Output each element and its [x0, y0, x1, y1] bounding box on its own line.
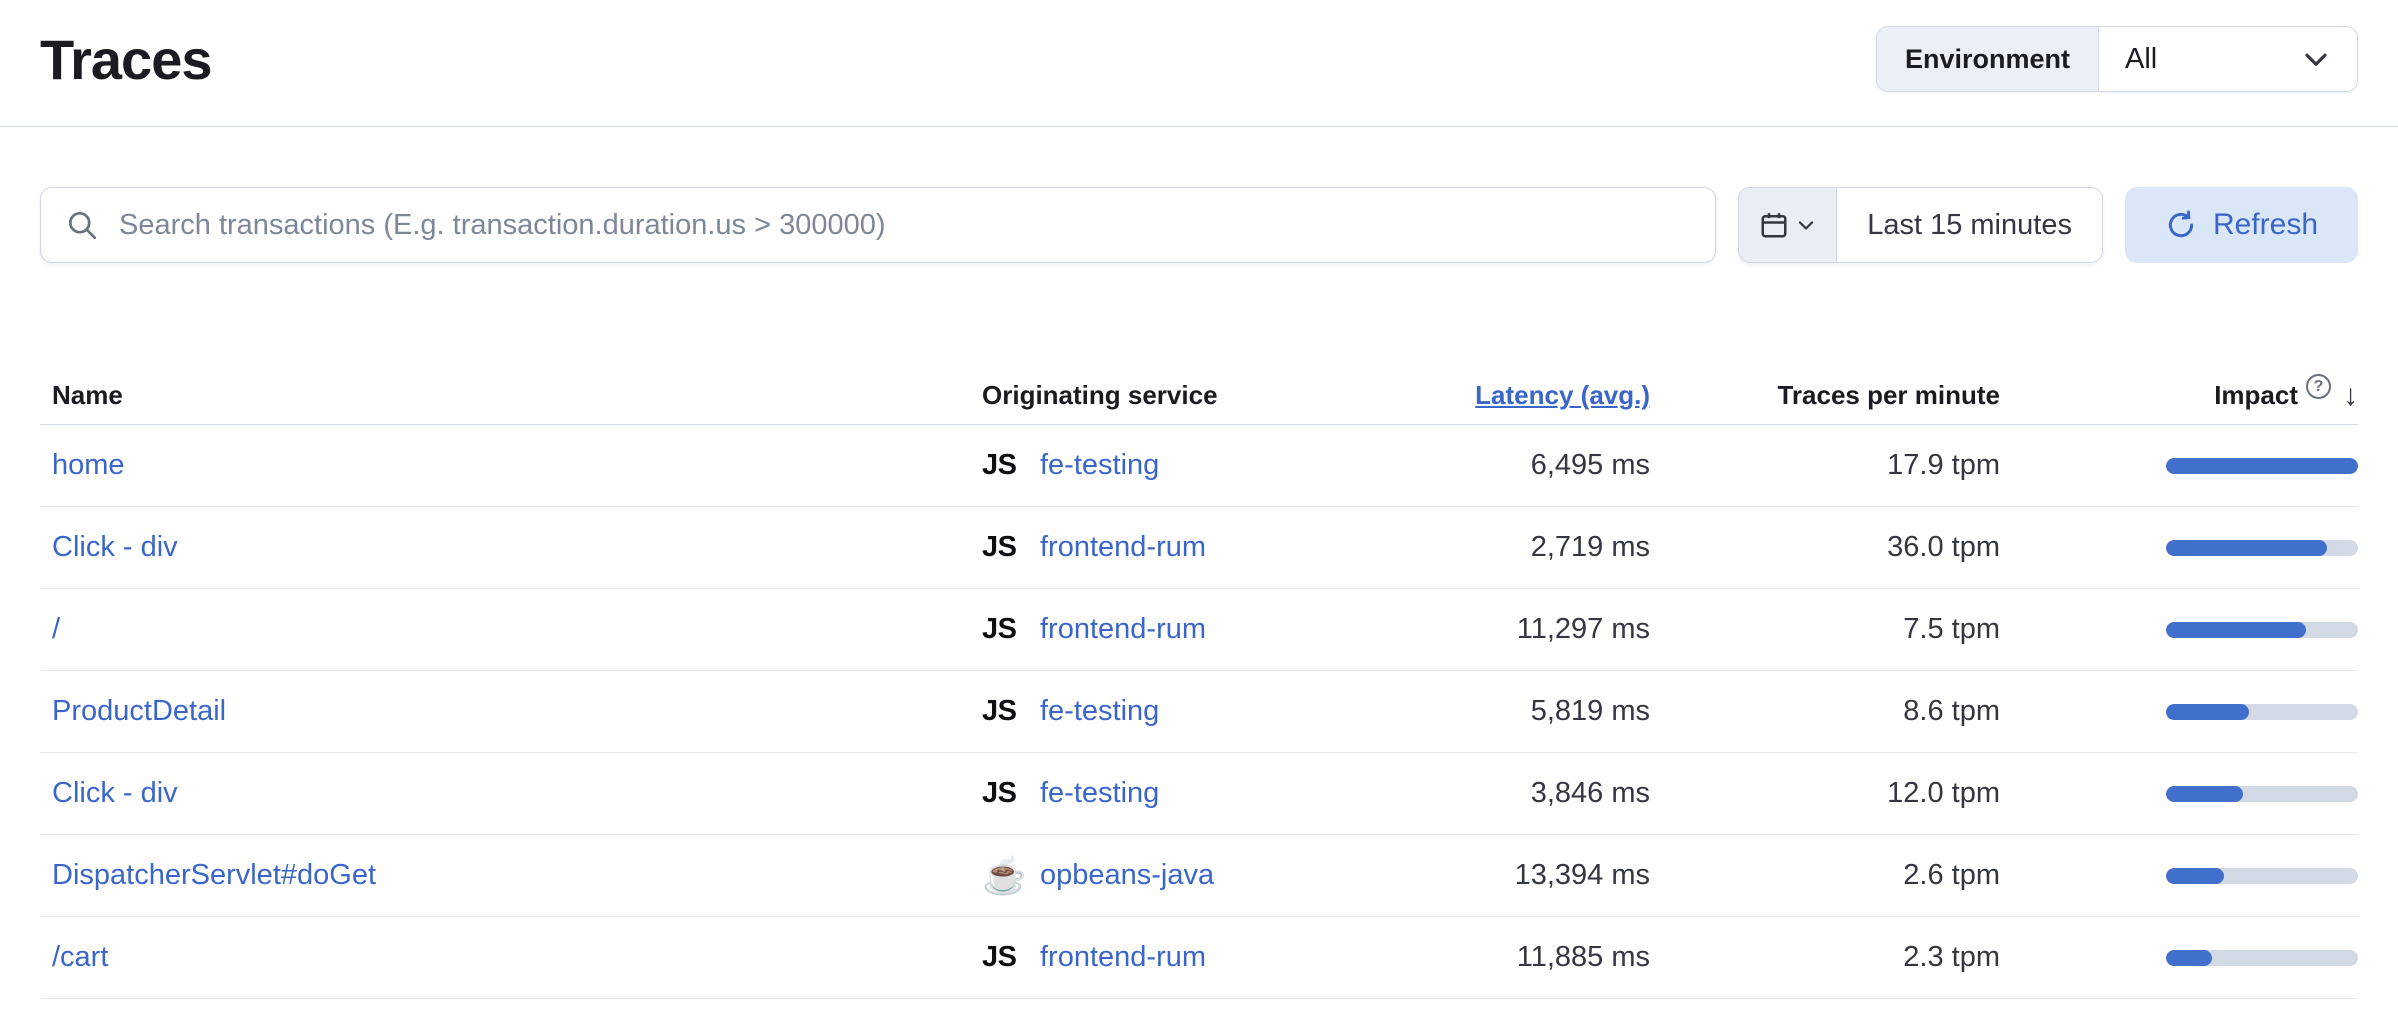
latency-value: 2,719 ms — [1340, 531, 1650, 564]
environment-value[interactable]: All — [2099, 27, 2357, 91]
page-title: Traces — [40, 27, 212, 92]
table-row: / JS frontend-rum 11,297 ms 7.5 tpm — [40, 589, 2358, 671]
help-icon[interactable]: ? — [2306, 374, 2331, 399]
chevron-down-icon — [2301, 44, 2331, 74]
transaction-link[interactable]: ProductDetail — [52, 695, 226, 727]
col-header-service: Originating service — [970, 380, 1340, 411]
latency-value: 11,885 ms — [1340, 941, 1650, 974]
table-header-row: Name Originating service Latency (avg.) … — [40, 367, 2358, 425]
calendar-icon — [1759, 210, 1789, 240]
refresh-label: Refresh — [2213, 208, 2318, 242]
tpm-value: 2.3 tpm — [1650, 941, 2000, 974]
table-row: /cart JS frontend-rum 11,885 ms 2.3 tpm — [40, 917, 2358, 999]
page-header: Traces Environment All — [0, 0, 2398, 92]
tpm-value: 8.6 tpm — [1650, 695, 2000, 728]
transaction-link[interactable]: /cart — [52, 941, 108, 973]
impact-bar — [2166, 458, 2358, 474]
java-icon: ☕ — [982, 858, 1028, 894]
service-link[interactable]: frontend-rum — [1040, 613, 1206, 646]
service-link[interactable]: fe-testing — [1040, 449, 1159, 482]
latency-value: 3,846 ms — [1340, 777, 1650, 810]
service-link[interactable]: fe-testing — [1040, 695, 1159, 728]
impact-bar-fill — [2166, 950, 2212, 966]
traces-table: Name Originating service Latency (avg.) … — [0, 367, 2398, 999]
javascript-icon: JS — [982, 613, 1028, 646]
table-row: Click - div JS frontend-rum 2,719 ms 36.… — [40, 507, 2358, 589]
date-picker-group: Last 15 minutes — [1738, 187, 2103, 263]
service-link[interactable]: fe-testing — [1040, 777, 1159, 810]
transaction-link[interactable]: Click - div — [52, 531, 178, 563]
impact-bar-fill — [2166, 868, 2224, 884]
impact-bar-fill — [2166, 786, 2243, 802]
search-icon — [64, 207, 100, 243]
header-divider — [0, 126, 2398, 127]
sort-desc-icon[interactable]: ↓ — [2343, 379, 2358, 413]
service-link[interactable]: frontend-rum — [1040, 941, 1206, 974]
transaction-link[interactable]: home — [52, 449, 125, 481]
tpm-value: 7.5 tpm — [1650, 613, 2000, 646]
tpm-value: 17.9 tpm — [1650, 449, 2000, 482]
chevron-down-icon — [1796, 215, 1816, 235]
table-body: home JS fe-testing 6,495 ms 17.9 tpm Cli… — [40, 425, 2358, 999]
impact-header-label: Impact — [2214, 380, 2298, 411]
latency-value: 6,495 ms — [1340, 449, 1650, 482]
javascript-icon: JS — [982, 449, 1028, 482]
javascript-icon: JS — [982, 941, 1028, 974]
col-header-impact[interactable]: Impact ? ↓ — [2000, 379, 2358, 413]
impact-bar — [2166, 868, 2358, 884]
service-link[interactable]: frontend-rum — [1040, 531, 1206, 564]
impact-bar-fill — [2166, 458, 2358, 474]
impact-bar — [2166, 704, 2358, 720]
refresh-button[interactable]: Refresh — [2125, 187, 2358, 263]
latency-value: 13,394 ms — [1340, 859, 1650, 892]
table-row: ProductDetail JS fe-testing 5,819 ms 8.6… — [40, 671, 2358, 753]
environment-label: Environment — [1877, 27, 2099, 91]
impact-bar — [2166, 540, 2358, 556]
transaction-link[interactable]: DispatcherServlet#doGet — [52, 859, 376, 891]
environment-select[interactable]: Environment All — [1876, 26, 2358, 92]
tpm-value: 36.0 tpm — [1650, 531, 2000, 564]
javascript-icon: JS — [982, 695, 1028, 728]
search-box — [40, 187, 1716, 263]
impact-bar — [2166, 622, 2358, 638]
service-link[interactable]: opbeans-java — [1040, 859, 1214, 892]
javascript-icon: JS — [982, 531, 1028, 564]
javascript-icon: JS — [982, 777, 1028, 810]
impact-bar — [2166, 950, 2358, 966]
col-header-name: Name — [40, 380, 970, 411]
latency-value: 11,297 ms — [1340, 613, 1650, 646]
tpm-value: 12.0 tpm — [1650, 777, 2000, 810]
date-picker-button[interactable] — [1739, 188, 1837, 262]
tpm-value: 2.6 tpm — [1650, 859, 2000, 892]
latency-value: 5,819 ms — [1340, 695, 1650, 728]
col-header-latency[interactable]: Latency (avg.) — [1475, 380, 1650, 410]
refresh-icon — [2165, 209, 2197, 241]
table-row: home JS fe-testing 6,495 ms 17.9 tpm — [40, 425, 2358, 507]
table-row: DispatcherServlet#doGet ☕ opbeans-java 1… — [40, 835, 2358, 917]
transaction-link[interactable]: / — [52, 613, 60, 645]
transaction-link[interactable]: Click - div — [52, 777, 178, 809]
traces-page: Traces Environment All — [0, 0, 2398, 1028]
search-input[interactable] — [40, 187, 1716, 263]
time-range-button[interactable]: Last 15 minutes — [1837, 188, 2102, 262]
impact-bar — [2166, 786, 2358, 802]
impact-bar-fill — [2166, 622, 2306, 638]
impact-bar-fill — [2166, 540, 2327, 556]
impact-bar-fill — [2166, 704, 2249, 720]
table-row: Click - div JS fe-testing 3,846 ms 12.0 … — [40, 753, 2358, 835]
environment-selected-option: All — [2125, 43, 2157, 76]
col-header-tpm: Traces per minute — [1650, 380, 2000, 411]
toolbar: Last 15 minutes Refresh — [0, 187, 2398, 263]
